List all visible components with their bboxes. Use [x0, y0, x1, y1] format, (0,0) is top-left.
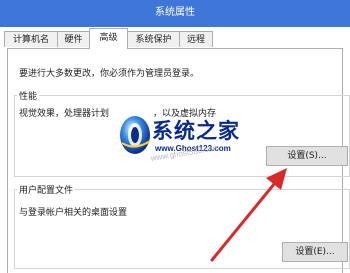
- user-profiles-group-label: 用户配置文件: [17, 183, 76, 196]
- tab-hardware[interactable]: 硬件: [57, 31, 90, 47]
- performance-settings-button[interactable]: 设置(S)...: [266, 146, 348, 166]
- globe-logo-icon: [120, 116, 151, 154]
- watermark-logo-text: 系统之家: [152, 118, 240, 143]
- tab-computer-name[interactable]: 计算机名: [4, 31, 58, 47]
- performance-description-left: 视觉效果，处理器计划: [19, 109, 110, 119]
- system-properties-window: 系统属性 计算机名 硬件 高级 系统保护 远程 要进行大多数更改，你必须作为管理…: [0, 0, 350, 273]
- window-title: 系统属性: [155, 7, 195, 18]
- tab-advanced[interactable]: 高级: [89, 28, 128, 49]
- performance-group-label: 性能: [17, 89, 40, 102]
- user-profiles-description: 与登录帐户相关的桌面设置: [19, 208, 128, 218]
- tab-remote[interactable]: 远程: [179, 31, 213, 47]
- tab-system-protection[interactable]: 系统保护: [127, 31, 180, 47]
- user-profiles-settings-button[interactable]: 设置(E)...: [282, 242, 348, 262]
- admin-notice: 要进行大多数更改，你必须作为管理员登录。: [19, 69, 200, 79]
